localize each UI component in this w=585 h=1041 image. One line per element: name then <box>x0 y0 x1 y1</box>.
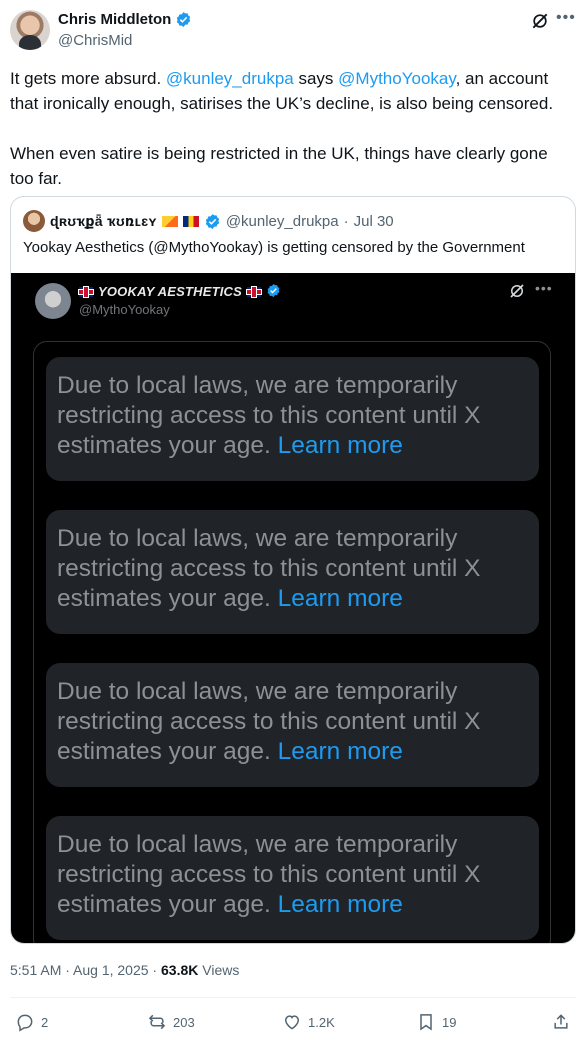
like-count: 1.2K <box>308 1014 335 1030</box>
restriction-notice: Due to local laws, we are temporarily re… <box>46 663 539 787</box>
quoted-tweet[interactable]: ɖʀʊҡքǟ ҡʊռʟɛʏ @kunley_drukpa · Jul 30 Yo… <box>10 196 576 944</box>
restriction-notice: Due to local laws, we are temporarily re… <box>46 357 539 481</box>
more-options-icon: ••• <box>535 280 553 296</box>
media-author-name: YOOKAY AESTHETICS <box>98 284 243 299</box>
notice-text: Due to local laws, we are temporarily re… <box>57 525 481 612</box>
quoted-author-name[interactable]: ɖʀʊҡքǟ ҡʊռʟɛʏ <box>50 213 157 230</box>
post-timestamp: 5:51 AM · Aug 1, 2025 · 63.8K Views <box>10 962 239 978</box>
quoted-header: ɖʀʊҡքǟ ҡʊռʟɛʏ @kunley_drukpa · Jul 30 <box>23 210 394 232</box>
grok-icon <box>508 282 526 300</box>
repost-count: 203 <box>173 1014 195 1030</box>
uk-flag-icon <box>79 286 93 297</box>
notice-text: Due to local laws, we are temporarily re… <box>57 372 481 459</box>
text-segment: It gets more absurd. <box>10 69 166 88</box>
tweet-paragraph-1: It gets more absurd. @kunley_drukpa says… <box>10 66 576 116</box>
bhutan-flag-icon <box>161 215 178 227</box>
divider <box>10 997 576 998</box>
like-button[interactable]: 1.2K <box>282 1012 335 1032</box>
heart-icon <box>284 1015 300 1030</box>
bookmark-count: 19 <box>442 1014 457 1030</box>
action-bar: 2 203 1.2K 19 <box>0 1012 585 1036</box>
bookmark-button[interactable]: 19 <box>416 1012 456 1032</box>
tweet-text: It gets more absurd. @kunley_drukpa says… <box>10 66 576 191</box>
verified-badge-icon <box>175 11 192 28</box>
quoted-date[interactable]: Jul 30 <box>354 213 394 230</box>
author-name-row: Chris Middleton <box>58 11 192 28</box>
learn-more-link: Learn more <box>277 585 403 612</box>
restriction-notice: Due to local laws, we are temporarily re… <box>46 510 539 634</box>
share-icon <box>554 1014 568 1029</box>
romania-flag-icon <box>182 215 199 227</box>
media-author-handle: @MythoYookay <box>79 302 170 317</box>
more-options-icon[interactable]: ••• <box>556 10 576 31</box>
author-handle[interactable]: @ChrisMid <box>58 32 132 49</box>
views-label: Views <box>198 962 240 978</box>
verified-badge-icon <box>266 283 283 300</box>
media-name-row: YOOKAY AESTHETICS <box>79 283 283 300</box>
tweet-paragraph-2: When even satire is being restricted in … <box>10 144 548 188</box>
quoted-media-image[interactable]: YOOKAY AESTHETICS @MythoYookay ••• Due t… <box>11 273 575 943</box>
tweet: Chris Middleton @ChrisMid ••• It gets mo… <box>0 0 585 1041</box>
text-segment: says <box>293 69 339 88</box>
author-avatar[interactable] <box>10 10 50 50</box>
notice-text: Due to local laws, we are temporarily re… <box>57 831 481 918</box>
quoted-avatar[interactable] <box>23 210 45 232</box>
quoted-handle[interactable]: @kunley_drukpa <box>226 213 339 230</box>
notice-text: Due to local laws, we are temporarily re… <box>57 678 481 765</box>
mention-link[interactable]: @kunley_drukpa <box>166 69 294 88</box>
quoted-text: Yookay Aesthetics (@MythoYookay) is gett… <box>23 239 525 256</box>
mention-link[interactable]: @MythoYookay <box>338 69 455 88</box>
media-avatar <box>35 283 71 319</box>
learn-more-link: Learn more <box>277 432 403 459</box>
verified-badge-icon <box>204 213 221 230</box>
post-time[interactable]: 5:51 AM · Aug 1, 2025 · <box>10 962 161 978</box>
reply-count: 2 <box>41 1014 49 1030</box>
bookmark-icon <box>420 1014 432 1031</box>
learn-more-link: Learn more <box>277 891 403 918</box>
views-count: 63.8K <box>161 962 199 978</box>
reply-button[interactable]: 2 <box>15 1012 48 1032</box>
share-button[interactable] <box>551 1012 571 1032</box>
uk-flag-icon <box>247 286 262 297</box>
quoted-separator: · <box>343 212 349 230</box>
grok-icon[interactable] <box>530 11 550 31</box>
learn-more-link: Learn more <box>277 738 403 765</box>
repost-icon <box>148 1014 166 1030</box>
repost-button[interactable]: 203 <box>147 1012 195 1032</box>
restriction-notice: Due to local laws, we are temporarily re… <box>46 816 539 940</box>
author-name[interactable]: Chris Middleton <box>58 11 171 28</box>
reply-icon <box>17 1014 33 1032</box>
